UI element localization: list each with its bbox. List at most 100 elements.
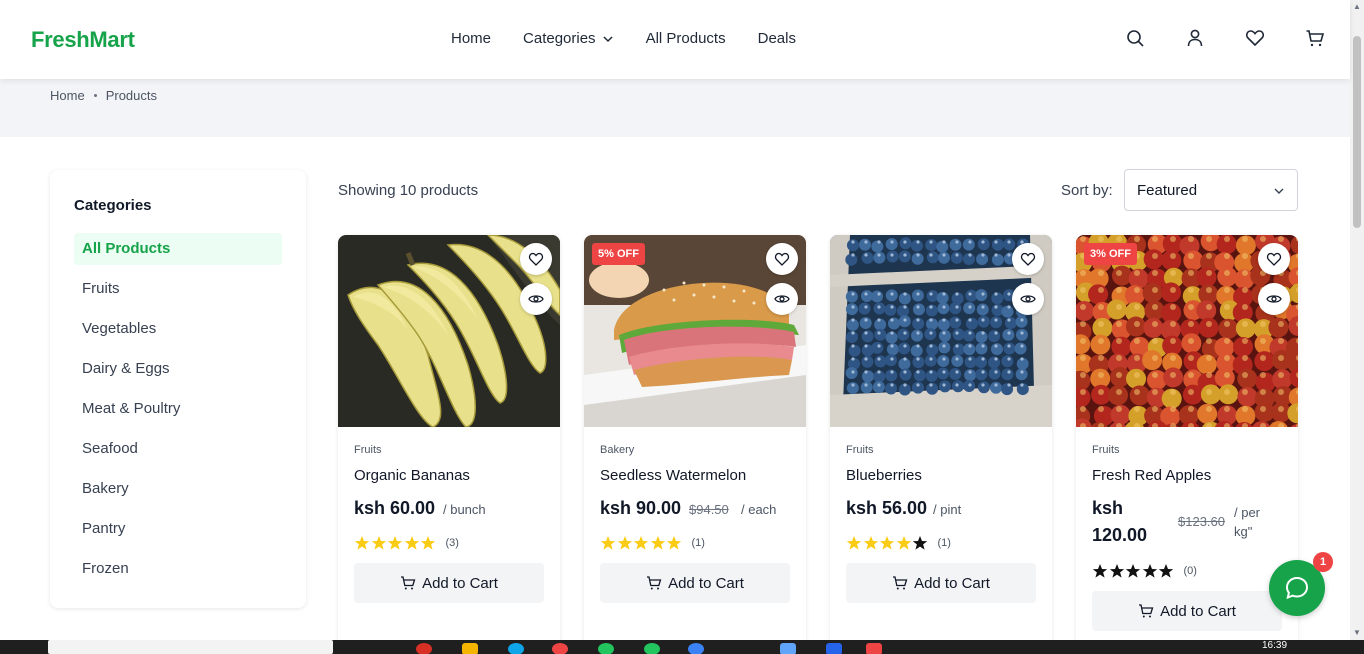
breadcrumb-separator [93, 94, 97, 97]
browser-icon[interactable] [416, 643, 432, 654]
product-name[interactable]: Organic Bananas [354, 467, 470, 484]
os-taskbar: 16:39 [0, 640, 1364, 654]
user-icon[interactable] [1185, 28, 1205, 48]
price-row: ksh 56.00 / pint [846, 498, 1042, 526]
category-item-vegetables[interactable]: Vegetables [74, 313, 282, 345]
star-icon [617, 536, 632, 550]
quick-view-button[interactable] [1258, 283, 1290, 315]
nav-home[interactable]: Home [451, 30, 491, 47]
quick-view-button[interactable] [520, 283, 552, 315]
product-card[interactable]: Fruits Blueberries ksh 56.00 / pint (1) … [830, 235, 1052, 654]
app-icon[interactable] [644, 643, 660, 654]
scrollbar-thumb[interactable] [1353, 36, 1361, 228]
product-rating: (1) [600, 535, 705, 551]
product-unit-line2: kg" [1234, 524, 1253, 539]
logo[interactable]: FreshMart [31, 27, 135, 53]
wishlist-button[interactable] [520, 243, 552, 275]
add-to-cart-label: Add to Cart [914, 574, 990, 592]
star-icon [420, 536, 436, 550]
heart-icon [774, 252, 790, 266]
search-icon[interactable] [1125, 28, 1145, 48]
add-to-cart-button[interactable]: Add to Cart [846, 563, 1036, 603]
add-to-cart-button[interactable]: Add to Cart [600, 563, 790, 603]
product-card[interactable]: Fruits Organic Bananas ksh 60.00 / bunch… [338, 235, 560, 654]
product-old-price: $123.60 [1178, 514, 1225, 529]
folder-icon[interactable] [462, 643, 478, 654]
category-item-dairy-eggs[interactable]: Dairy & Eggs [74, 353, 282, 385]
eye-icon [1020, 295, 1036, 303]
category-item-meat-poultry[interactable]: Meat & Poultry [74, 393, 282, 425]
product-name[interactable]: Blueberries [846, 467, 922, 484]
product-name[interactable]: Seedless Watermelon [600, 467, 746, 484]
category-item-pantry[interactable]: Pantry [74, 513, 282, 545]
wishlist-button[interactable] [1012, 243, 1044, 275]
sort-select[interactable]: Featured [1124, 169, 1298, 211]
category-item-all-products[interactable]: All Products [74, 233, 282, 265]
taskbar-search[interactable] [48, 640, 333, 654]
product-card[interactable]: 3% OFF Fruits Fresh Red Apples ksh 120.0… [1076, 235, 1298, 654]
star-icon [846, 536, 862, 550]
vscode-icon[interactable] [826, 643, 842, 654]
app-icon[interactable] [508, 643, 524, 654]
category-item-bakery[interactable]: Bakery [74, 473, 282, 505]
add-to-cart-button[interactable]: Add to Cart [1092, 591, 1282, 631]
cart-icon [401, 576, 416, 590]
chevron-down-icon [1274, 188, 1284, 194]
add-to-cart-button[interactable]: Add to Cart [354, 563, 544, 603]
cart-icon [1139, 604, 1154, 618]
scroll-up-icon[interactable]: ▲ [1353, 2, 1361, 11]
sort-value: Featured [1137, 182, 1198, 199]
star-icon [1125, 564, 1141, 578]
chat-notification-badge: 1 [1313, 552, 1333, 572]
breadcrumb-band: Home Products [0, 79, 1350, 137]
cart-icon[interactable] [1305, 28, 1325, 48]
whatsapp-icon[interactable] [598, 643, 614, 654]
quick-view-button[interactable] [1012, 283, 1044, 315]
sidebar-title: Categories [74, 197, 152, 214]
product-rating: (3) [354, 535, 459, 551]
eye-icon [528, 295, 544, 303]
scroll-down-icon[interactable]: ▼ [1353, 628, 1361, 637]
category-item-seafood[interactable]: Seafood [74, 433, 282, 465]
product-old-price: $94.50 [689, 502, 729, 517]
product-price: ksh 56.00 [846, 498, 928, 518]
discount-badge: 5% OFF [592, 243, 645, 265]
breadcrumb-home[interactable]: Home [50, 88, 85, 103]
heart-icon [528, 252, 544, 266]
star-icon [1158, 564, 1174, 578]
product-name[interactable]: Fresh Red Apples [1092, 467, 1211, 484]
quick-view-button[interactable] [766, 283, 798, 315]
star-icon [1142, 564, 1157, 578]
nav-all-products-label: All Products [645, 30, 726, 47]
wishlist-button[interactable] [766, 243, 798, 275]
app-icon[interactable] [552, 643, 568, 654]
category-item-frozen[interactable]: Frozen [74, 553, 282, 585]
app-icon[interactable] [866, 643, 882, 654]
app-icon[interactable] [688, 643, 704, 654]
category-sidebar: Categories All Products Fruits Vegetable… [50, 170, 306, 608]
nav-deals[interactable]: Deals [758, 30, 796, 47]
category-item-fruits[interactable]: Fruits [74, 273, 282, 305]
discount-badge: 3% OFF [1084, 243, 1137, 265]
nav-categories[interactable]: Categories [523, 30, 614, 47]
product-count: Showing 10 products [338, 182, 479, 199]
heart-icon[interactable] [1245, 28, 1265, 48]
product-card[interactable]: 5% OFF Bakery Seedless Watermelon ksh 90… [584, 235, 806, 654]
wishlist-button[interactable] [1258, 243, 1290, 275]
site-header: FreshMart Home Categories All Products D… [0, 0, 1350, 79]
product-price: ksh 90.00 [600, 498, 682, 518]
product-rating: (1) [846, 535, 951, 551]
star-icon [633, 536, 649, 550]
taskbar-clock: 16:39 [1262, 640, 1288, 651]
eye-icon [1266, 295, 1282, 303]
product-price-currency: ksh [1092, 498, 1124, 518]
review-count: (1) [691, 537, 705, 549]
nav-all-products[interactable]: All Products [646, 30, 726, 47]
sort-label: Sort by: [1061, 182, 1113, 199]
star-icon [1109, 564, 1124, 578]
app-icon[interactable] [780, 643, 796, 654]
category-list: All Products Fruits Vegetables Dairy & E… [74, 233, 282, 593]
breadcrumb: Home Products [50, 88, 157, 103]
page-scrollbar[interactable]: ▲ ▼ [1350, 0, 1364, 640]
header-actions [1125, 28, 1325, 48]
